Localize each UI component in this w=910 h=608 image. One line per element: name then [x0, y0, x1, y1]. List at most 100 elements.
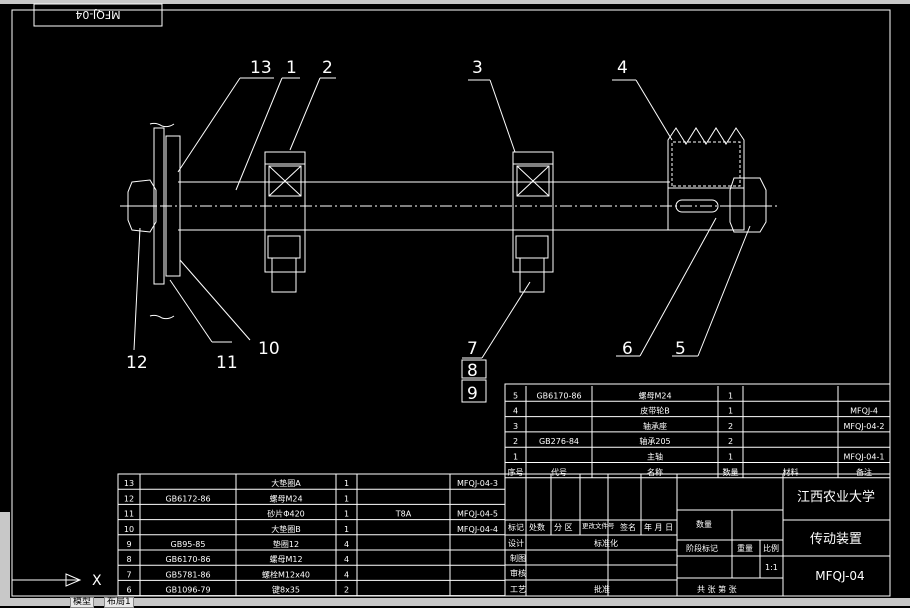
- lower-cell-r7-c0: 6: [126, 586, 131, 595]
- balloon-labels: 13 1 2 3 4 12 11 10 7 8 9 6 5: [126, 58, 686, 404]
- tab-model[interactable]: 模型: [70, 597, 95, 608]
- tb-approve: 批准: [594, 584, 610, 594]
- balloon-1: 1: [286, 58, 297, 78]
- tb-change-doc: 更改文件号: [582, 521, 615, 530]
- balloon-6: 6: [622, 339, 633, 359]
- bearing-seat-left: [264, 151, 306, 293]
- lower-cell-r4-c1: GB95-85: [171, 540, 206, 549]
- upper-cell-r4-c2: 主轴: [647, 452, 663, 462]
- upper-cell-r3-c2: 轴承205: [639, 436, 670, 446]
- lower-cell-r7-c2: 键8x35: [272, 585, 300, 595]
- tab-layout1[interactable]: 布局1: [104, 597, 134, 608]
- upper-cell-r5-c4: 材料: [783, 467, 799, 477]
- lower-cell-r2-c2: 砂片Φ420: [267, 509, 305, 519]
- grinding-wheel: [149, 122, 181, 320]
- tb-stage: 阶段标记: [686, 543, 718, 553]
- tb-scale: 1:1: [765, 563, 778, 572]
- balloon-4: 4: [617, 58, 628, 78]
- lower-cell-r0-c0: 13: [124, 479, 134, 488]
- layout-tab-bar: [10, 598, 910, 606]
- tb-ratio: 比例: [763, 543, 779, 553]
- lower-cell-r5-c2: 螺母M12: [269, 554, 302, 564]
- v-belt-pulley: [667, 127, 745, 231]
- upper-cell-r4-c3: 1: [728, 453, 733, 462]
- tb-process: 工艺: [510, 585, 526, 594]
- balloon-8: 8: [467, 361, 478, 381]
- balloon-11: 11: [216, 353, 238, 373]
- tb-std: 标准化: [594, 538, 618, 548]
- lower-cell-r1-c3: 1: [344, 494, 349, 503]
- tb-date: 年 月 日: [644, 522, 673, 532]
- upper-cell-r1-c2: 皮带轮B: [640, 406, 670, 416]
- upper-cell-r0-c1: GB6170-86: [536, 391, 581, 400]
- lower-cell-r2-c4: T8A: [395, 510, 412, 519]
- upper-cell-r5-c1: 代号: [551, 467, 567, 477]
- lower-cell-r0-c2: 大垫圈A: [271, 478, 301, 488]
- drawing-number: MFQJ-04: [815, 569, 864, 583]
- left-nut: [127, 179, 157, 233]
- lower-cell-r6-c0: 7: [126, 570, 131, 579]
- lower-cell-r5-c3: 4: [344, 555, 349, 564]
- tb-design: 设计: [508, 538, 524, 548]
- lower-cell-r6-c3: 4: [344, 570, 349, 579]
- lower-cell-r5-c1: GB6170-86: [165, 555, 210, 564]
- upper-cell-r4-c0: 1: [513, 453, 518, 462]
- parts-list-lower: 13 大垫圈A 1 MFQJ-04-312 GB6172-86 螺母M24 111 砂片Φ42…: [117, 473, 506, 597]
- tb-weight: 重量: [737, 543, 753, 553]
- balloon-5: 5: [675, 339, 686, 359]
- upper-cell-r5-c0: 序号: [508, 467, 524, 477]
- lower-cell-r3-c0: 10: [124, 525, 134, 534]
- lower-cell-r2-c0: 11: [124, 510, 134, 519]
- balloon-12: 12: [126, 353, 148, 373]
- lower-cell-r1-c2: 螺母M24: [269, 493, 302, 503]
- upper-cell-r5-c5: 备注: [856, 467, 872, 477]
- lower-cell-r6-c1: GB5781-86: [165, 570, 210, 579]
- balloon-9: 9: [467, 384, 478, 404]
- school-name: 江西农业大学: [797, 489, 875, 505]
- tb-sign: 签名: [620, 522, 636, 532]
- lower-cell-r4-c3: 4: [344, 540, 349, 549]
- drawing-name: 传动装置: [810, 532, 862, 547]
- upper-cell-r3-c1: GB276-84: [539, 437, 579, 446]
- frame-label: MFQJ-04: [75, 8, 120, 21]
- lower-cell-r3-c3: 1: [344, 525, 349, 534]
- lower-cell-r5-c0: 8: [126, 555, 131, 564]
- tb-zone: 分 区: [554, 523, 573, 532]
- balloon-13: 13: [250, 58, 272, 78]
- upper-cell-r2-c0: 3: [513, 422, 518, 431]
- upper-cell-r0-c0: 5: [513, 391, 518, 400]
- parts-list-upper: 5 GB6170-86 螺母M24 1 4 皮带轮B 1 MFQJ-4 3 轴承座 2 MFQJ-04…: [504, 383, 891, 479]
- tb-count: 处数: [529, 522, 545, 532]
- lower-cell-r0-c5: MFQJ-04-3: [457, 479, 498, 488]
- balloon-3: 3: [472, 58, 483, 78]
- lower-cell-r3-c5: MFQJ-04-4: [457, 525, 498, 534]
- drawing-border: [11, 9, 891, 597]
- tb-check: 制图: [510, 553, 526, 563]
- cad-drawing-canvas[interactable]: MFQJ-04 X 13 1 2 3 4 12 11 10 7 8 9 6 5 …: [0, 0, 910, 597]
- lower-cell-r2-c5: MFQJ-04-5: [457, 510, 498, 519]
- svg-text:X: X: [92, 573, 102, 589]
- lower-cell-r7-c1: GB1096-79: [165, 586, 210, 595]
- title-block: 标记 处数 分 区 更改文件号 签名 年 月 日 设计 标准化 制图 审核 工艺…: [504, 473, 891, 597]
- ucs-icon: X: [11, 490, 102, 589]
- balloon-7: 7: [467, 339, 478, 359]
- upper-cell-r0-c3: 1: [728, 391, 733, 400]
- tb-qty: 数量: [696, 519, 712, 529]
- upper-cell-r4-c5: MFQJ-04-1: [844, 453, 885, 462]
- lower-cell-r1-c0: 12: [124, 494, 134, 503]
- upper-cell-r2-c3: 2: [728, 422, 733, 431]
- bearing-seat-right: [512, 151, 554, 293]
- lower-cell-r3-c2: 大垫圈B: [271, 524, 301, 534]
- upper-cell-r1-c0: 4: [513, 407, 518, 416]
- lower-cell-r7-c3: 2: [344, 586, 349, 595]
- upper-cell-r0-c2: 螺母M24: [638, 390, 671, 400]
- upper-cell-r5-c2: 名称: [647, 467, 663, 477]
- lower-cell-r2-c3: 1: [344, 510, 349, 519]
- upper-cell-r2-c2: 轴承座: [643, 421, 667, 431]
- upper-cell-r3-c0: 2: [513, 437, 518, 446]
- lower-cell-r4-c0: 9: [126, 540, 131, 549]
- upper-cell-r3-c3: 2: [728, 437, 733, 446]
- lower-cell-r0-c3: 1: [344, 479, 349, 488]
- tb-mark: 标记: [508, 522, 524, 532]
- tb-sheets: 共 张 第 张: [697, 584, 737, 594]
